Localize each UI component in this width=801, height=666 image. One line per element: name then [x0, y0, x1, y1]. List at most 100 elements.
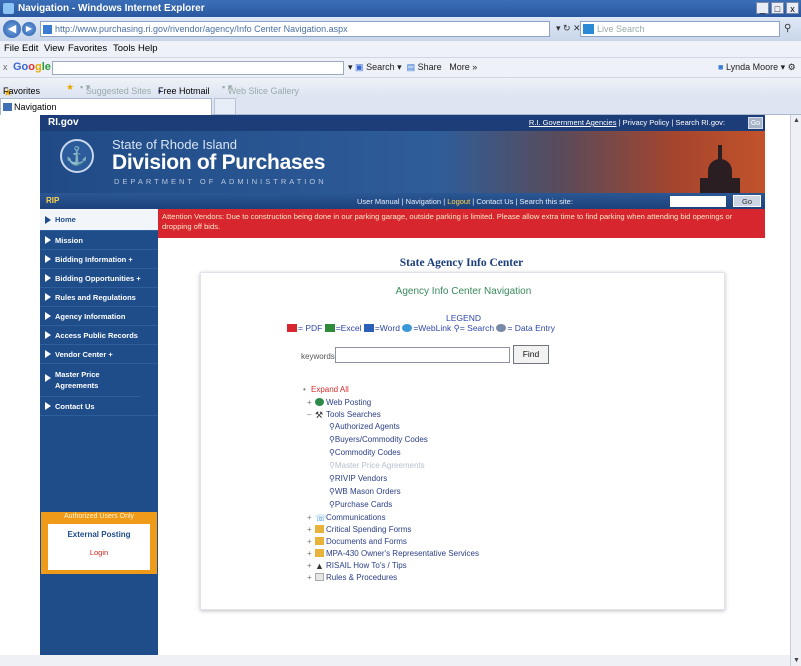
tree-node-label: RISAIL How To's / Tips: [326, 561, 407, 570]
tree-node-tools-searches[interactable]: – ⚒ Tools Searches: [307, 410, 381, 420]
google-logo-part-1: Go: [13, 61, 29, 73]
sidebar-item-bidding-information[interactable]: Bidding Information +: [40, 250, 158, 269]
parking-alert: Attention Vendors: Due to construction b…: [158, 209, 765, 238]
state-house-dome-icon: [700, 145, 740, 193]
back-button[interactable]: ◀: [3, 20, 21, 38]
document-icon: [315, 573, 324, 581]
tree-node-critical-spending-forms[interactable]: + Critical Spending Forms: [307, 525, 411, 534]
pyramid-icon: ▲: [315, 561, 324, 571]
navigation-link[interactable]: Navigation: [406, 197, 441, 206]
search-this-site-label: Search this site:: [519, 197, 573, 206]
tree-node-web-posting[interactable]: + Web Posting: [307, 398, 371, 407]
menu-bar: File Edit View Favorites Tools Help: [0, 41, 801, 57]
refresh-stop-icons[interactable]: ▾ ↻ ✕: [556, 23, 581, 34]
google-logo-part-3: g: [35, 61, 42, 73]
legend-excel: =Excel: [335, 323, 362, 333]
tree-node-mpa-430[interactable]: + MPA-430 Owner's Representative Services: [307, 549, 479, 558]
tree-node-rivip-vendors[interactable]: ⚲RIVIP Vendors: [329, 474, 387, 483]
communications-icon: ☏: [315, 513, 327, 523]
sidebar-item-access-public-records[interactable]: Access Public Records: [40, 326, 158, 345]
google-user[interactable]: ■ Lynda Moore ▾ ⚙: [718, 62, 796, 73]
tree-node-authorized-agents[interactable]: ⚲Authorized Agents: [329, 422, 400, 431]
legend-pdf: = PDF: [298, 323, 323, 333]
expand-all-link[interactable]: • Expand All: [303, 385, 349, 394]
menu-help[interactable]: Help: [138, 43, 158, 54]
tree-node-documents-and-forms[interactable]: + Documents and Forms: [307, 537, 407, 546]
rip-label: RIP: [46, 196, 60, 205]
tree-node-purchase-cards[interactable]: ⚲Purchase Cards: [329, 500, 392, 509]
authorized-users-panel: External Posting Login: [48, 524, 150, 570]
menu-tools[interactable]: Tools: [113, 43, 135, 54]
live-search-box[interactable]: Live Search: [580, 21, 780, 37]
tab-navigation-label: Navigation: [14, 102, 57, 112]
vertical-scrollbar[interactable]: ▲ ▼: [790, 115, 801, 666]
scroll-down-icon[interactable]: ▼: [793, 657, 800, 664]
new-tab-button[interactable]: [214, 98, 236, 114]
privacy-policy-link[interactable]: Privacy Policy: [623, 118, 670, 127]
tab-navigation[interactable]: Navigation: [0, 98, 212, 115]
sidebar-item-contact-us[interactable]: Contact Us: [40, 397, 158, 416]
menu-view[interactable]: View: [44, 43, 64, 54]
folder-icon: [315, 525, 324, 533]
user-manual-link[interactable]: User Manual: [357, 197, 400, 206]
menu-favorites[interactable]: Favorites: [68, 43, 107, 54]
add-favorite-icon[interactable]: ★: [66, 82, 74, 93]
tree-node-label: Documents and Forms: [326, 537, 407, 546]
google-logo: Google: [13, 61, 51, 73]
favorite-suggested-sites-label: Suggested Sites: [85, 86, 152, 96]
google-search-input[interactable]: [52, 61, 344, 75]
tree-node-communications[interactable]: + ☏Communications: [307, 513, 386, 523]
site-search-input[interactable]: [670, 196, 726, 207]
expand-all-label: Expand All: [311, 385, 349, 394]
tree-node-wb-mason-orders[interactable]: ⚲WB Mason Orders: [329, 487, 401, 496]
arrow-icon: [45, 350, 51, 358]
globe-icon: [315, 398, 324, 406]
maximize-button[interactable]: □: [771, 2, 784, 14]
forward-button[interactable]: ▶: [22, 22, 36, 36]
sidebar-item-master-price-agreements[interactable]: Master Price Agreements: [40, 364, 140, 397]
tree-node-label: Critical Spending Forms: [326, 525, 412, 534]
search-magnifier-icon[interactable]: ⚲: [784, 23, 791, 34]
keywords-input[interactable]: [335, 347, 510, 363]
contact-us-link[interactable]: Contact Us: [476, 197, 513, 206]
tree-node-master-price-agreements[interactable]: ⚲Master Price Agreements: [329, 461, 425, 470]
sidebar-item-bidding-opportunities[interactable]: Bidding Opportunities +: [40, 269, 158, 288]
google-search-button[interactable]: Search: [366, 62, 395, 72]
tree-node-risail-how-tos[interactable]: + ▲ RISAIL How To's / Tips: [307, 561, 407, 571]
sidebar-item-agency-information[interactable]: Agency Information: [40, 307, 158, 326]
sidebar-item-home[interactable]: Home: [40, 209, 158, 231]
horizontal-scrollbar[interactable]: [0, 655, 790, 666]
scroll-up-icon[interactable]: ▲: [793, 117, 800, 124]
folder-icon: [315, 537, 324, 545]
favorite-suggested-sites[interactable]: ▪ Suggested Sites ▾: [80, 82, 151, 96]
google-share-button[interactable]: Share: [418, 62, 442, 72]
minimize-button[interactable]: _: [756, 2, 769, 14]
find-button[interactable]: Find: [513, 345, 549, 364]
site-search-go-button[interactable]: Go: [733, 195, 761, 207]
site-toplinks: R.I. Government Agencies | Privacy Polic…: [528, 118, 725, 127]
ri-gov-search-go-button[interactable]: Go: [748, 117, 763, 129]
menu-edit[interactable]: Edit: [22, 43, 38, 54]
external-posting-login-link[interactable]: Login: [48, 548, 150, 557]
tree-node-label: WB Mason Orders: [334, 487, 401, 496]
ri-government-agencies-link[interactable]: R.I. Government Agencies: [529, 118, 617, 127]
legend-search: = Search: [459, 323, 495, 333]
state-seal-icon: ⚓: [60, 139, 94, 173]
sidebar-item-label: Home: [55, 215, 76, 224]
sidebar-item-mission[interactable]: Mission: [40, 231, 158, 250]
logout-link[interactable]: Logout: [447, 197, 470, 206]
tree-node-commodity-codes[interactable]: ⚲Commodity Codes: [329, 448, 401, 457]
google-more-button[interactable]: More »: [449, 62, 477, 72]
tree-node-rules-procedures[interactable]: + Rules & Procedures: [307, 573, 397, 582]
sidebar-item-vendor-center[interactable]: Vendor Center +: [40, 345, 158, 364]
google-toolbar-close-icon[interactable]: x: [3, 62, 8, 72]
tab-favicon-icon: [3, 103, 12, 111]
address-bar[interactable]: http://www.purchasing.ri.gov/rivendor/ag…: [40, 21, 550, 37]
close-button[interactable]: x: [786, 2, 799, 14]
tree-node-buyers-commodity-codes[interactable]: ⚲Buyers/Commodity Codes: [329, 435, 428, 444]
tree-node-label: Buyers/Commodity Codes: [334, 435, 428, 444]
menu-file[interactable]: File: [4, 43, 19, 54]
ri-gov-logo[interactable]: RI.gov: [48, 117, 79, 128]
sidebar-item-rules-and-regulations[interactable]: Rules and Regulations: [40, 288, 158, 307]
favorite-web-slice-gallery[interactable]: ▪ Web Slice Gallery ▾: [222, 82, 299, 96]
